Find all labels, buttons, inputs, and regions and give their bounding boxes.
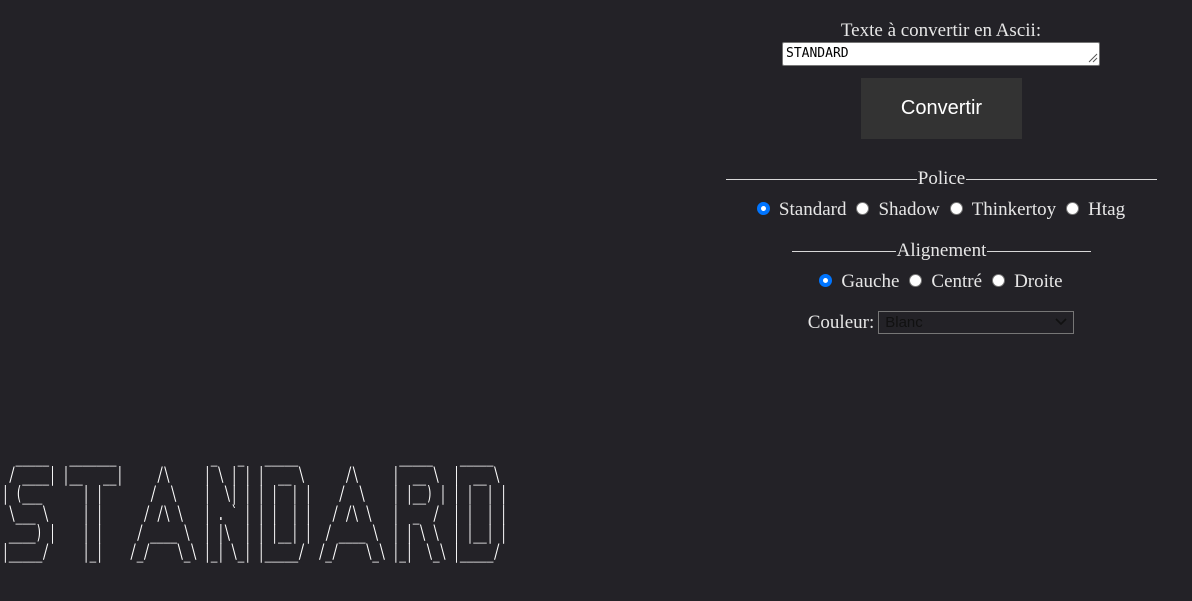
align-option-label: Centré [931,271,983,292]
divider-line [792,250,896,252]
divider-line [987,250,1092,252]
align-option-label: Droite [1014,271,1063,292]
ascii-art-output: _____ _______ _ _ _____ _____ _____ / __… [2,444,507,564]
align-option-droite[interactable]: Droite [992,271,1063,293]
color-row: Couleur: Blanc [724,311,1158,334]
font-option-label: Standard [778,199,847,220]
divider-line [966,178,1157,180]
radio-button[interactable] [856,201,870,215]
font-section-header: Police [726,168,1157,190]
align-section-title: Alignement [896,240,987,261]
color-select[interactable]: Blanc [878,311,1075,334]
divider-line [726,178,917,180]
font-section-title: Police [917,168,966,189]
radio-button[interactable] [1066,201,1080,215]
font-option-shadow[interactable]: Shadow [856,199,940,221]
radio-button[interactable] [909,273,923,287]
chevron-down-icon [1055,318,1067,326]
align-option-centre[interactable]: Centré [909,271,982,293]
text-input[interactable] [782,42,1100,66]
font-option-label: Htag [1088,199,1126,220]
font-option-standard[interactable]: Standard [756,199,847,221]
font-option-label: Thinkertoy [971,199,1057,220]
align-section-header: Alignement [792,240,1092,262]
radio-button[interactable] [949,201,963,215]
radio-button[interactable] [992,273,1006,287]
convert-button[interactable]: Convertir [861,78,1022,139]
align-option-gauche[interactable]: Gauche [819,271,899,293]
font-option-htag[interactable]: Htag [1066,199,1125,221]
radio-button-checked[interactable] [756,201,770,215]
align-options: Gauche Centré Droite [724,271,1158,293]
radio-button-checked[interactable] [819,273,833,287]
font-options: Standard Shadow Thinkertoy Htag [724,199,1158,221]
input-label: Texte à convertir en Ascii: [840,20,1042,41]
align-option-label: Gauche [841,271,900,292]
color-label: Couleur: [807,311,875,333]
font-option-thinkertoy[interactable]: Thinkertoy [949,199,1057,221]
color-selected-value: Blanc [885,314,923,331]
font-option-label: Shadow [878,199,940,220]
